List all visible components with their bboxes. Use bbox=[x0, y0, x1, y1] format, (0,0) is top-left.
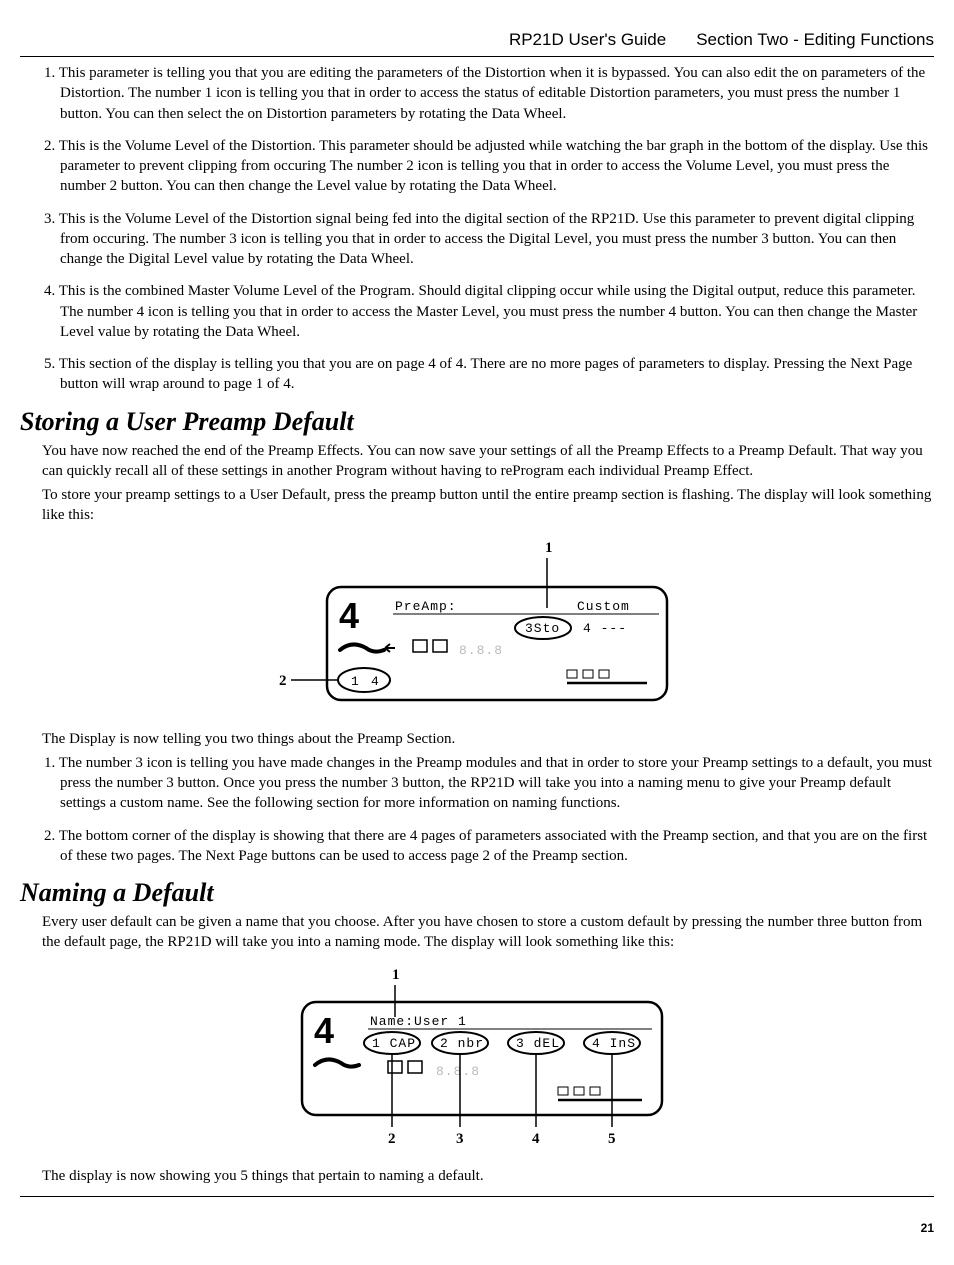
list-item: 2. This is the Volume Level of the Disto… bbox=[60, 136, 934, 197]
body-text: To store your preamp settings to a User … bbox=[20, 485, 934, 526]
list-item: 5. This section of the display is tellin… bbox=[60, 354, 934, 395]
lcd-big-digit: 4 bbox=[314, 1010, 334, 1051]
callout-label: 1 bbox=[545, 540, 553, 556]
header-guide-title: RP21D User's Guide bbox=[509, 30, 666, 50]
sevenseg-icon: 8.8.8 bbox=[436, 1064, 480, 1079]
footer-rule bbox=[20, 1196, 934, 1197]
lcd-oval-sto: 3Sto bbox=[525, 621, 560, 636]
lcd-oval-del: 3 dEL bbox=[516, 1036, 560, 1051]
lcd-page-cur: 1 bbox=[351, 674, 360, 689]
lcd-oval-cap: 1 CAP bbox=[372, 1036, 416, 1051]
section-heading-storing: Storing a User Preamp Default bbox=[20, 407, 934, 437]
param-list: 1. This parameter is telling you that yo… bbox=[20, 63, 934, 395]
storing-list: 1. The number 3 icon is telling you have… bbox=[20, 753, 934, 866]
body-text: You have now reached the end of the Prea… bbox=[20, 441, 934, 482]
display-figure-preamp: 1 4 PreAmp: Custom 3Sto 4 --- 8.8.8 1 4 … bbox=[20, 540, 934, 715]
lcd-diagram-icon: 1 4 PreAmp: Custom 3Sto 4 --- 8.8.8 1 4 … bbox=[267, 540, 687, 710]
body-text: The Display is now telling you two thing… bbox=[20, 729, 934, 749]
display-figure-naming: 1 4 Name:User 1 1 CAP 2 nbr 3 dEL 4 InS … bbox=[20, 967, 934, 1152]
lcd-text-right: Custom bbox=[577, 599, 630, 614]
header-section-title: Section Two - Editing Functions bbox=[696, 30, 934, 50]
lcd-text-left: PreAmp: bbox=[395, 599, 457, 614]
list-item: 1. The number 3 icon is telling you have… bbox=[60, 753, 934, 814]
callout-label: 5 bbox=[608, 1131, 616, 1147]
page-footer: 21 bbox=[20, 1217, 934, 1235]
page-number: 21 bbox=[921, 1221, 934, 1235]
list-item: 2. The bottom corner of the display is s… bbox=[60, 826, 934, 867]
header-rule bbox=[20, 56, 934, 57]
lcd-text-name: Name:User 1 bbox=[370, 1014, 467, 1029]
lcd-diagram-icon: 1 4 Name:User 1 1 CAP 2 nbr 3 dEL 4 InS … bbox=[262, 967, 692, 1147]
callout-label: 1 bbox=[392, 967, 400, 983]
callout-label: 3 bbox=[456, 1131, 464, 1147]
list-item: 3. This is the Volume Level of the Disto… bbox=[60, 209, 934, 270]
list-item: 4. This is the combined Master Volume Le… bbox=[60, 281, 934, 342]
body-text: The display is now showing you 5 things … bbox=[20, 1166, 934, 1186]
lcd-oval-right: 4 --- bbox=[583, 621, 627, 636]
callout-label: 2 bbox=[388, 1131, 396, 1147]
lcd-oval-ins: 4 InS bbox=[592, 1036, 636, 1051]
lcd-big-digit: 4 bbox=[339, 595, 359, 636]
body-text: Every user default can be given a name t… bbox=[20, 912, 934, 953]
page-header: RP21D User's Guide Section Two - Editing… bbox=[20, 0, 934, 56]
section-heading-naming: Naming a Default bbox=[20, 878, 934, 908]
list-item: 1. This parameter is telling you that yo… bbox=[60, 63, 934, 124]
callout-label: 4 bbox=[532, 1131, 540, 1147]
sevenseg-icon: 8.8.8 bbox=[459, 643, 503, 658]
callout-label: 2 bbox=[279, 673, 287, 689]
lcd-oval-nbr: 2 nbr bbox=[440, 1036, 484, 1051]
lcd-page-tot: 4 bbox=[371, 674, 380, 689]
